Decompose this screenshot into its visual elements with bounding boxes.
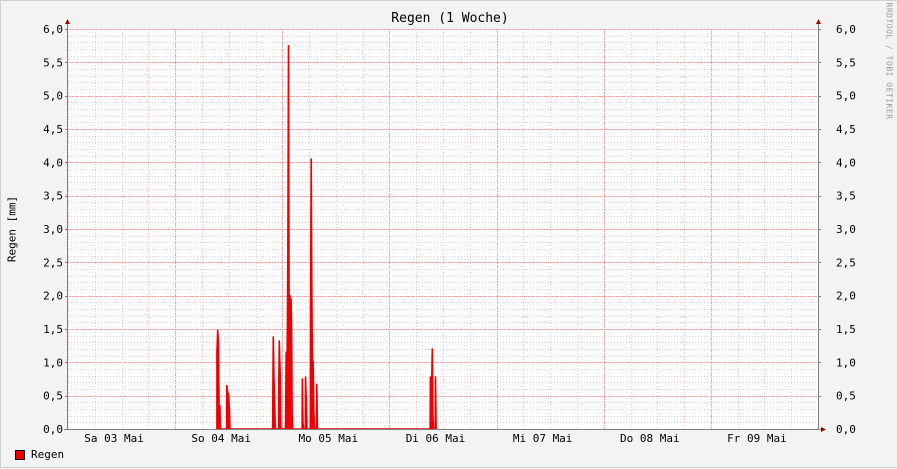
y-tick-label-right: 3,5 bbox=[836, 190, 856, 203]
y-tick-label-left: 0,0 bbox=[43, 423, 63, 436]
y-tick-label-right: 2,5 bbox=[836, 256, 856, 269]
y-tick-label-left: 5,0 bbox=[43, 90, 63, 103]
y-tick-label-right: 1,5 bbox=[836, 323, 856, 336]
x-tick-label: Mo 05 Mai bbox=[299, 432, 359, 445]
y-tick-label-right: 0,5 bbox=[836, 390, 856, 403]
y-tick-label-left: 3,5 bbox=[43, 190, 63, 203]
rrdtool-watermark: RRDTOOL / TOBI OETIKER bbox=[884, 2, 894, 120]
y-tick-label-right: 0,0 bbox=[836, 423, 856, 436]
y-tick-label-right: 4,5 bbox=[836, 123, 856, 136]
chart-canvas: 0,0 0,0 0,5 0,5 1,0 1,0 1,5 1,5 2,0 2,0 2,5 2,5 3,0 3… bbox=[43, 19, 856, 445]
y-tick-label-right: 5,5 bbox=[836, 56, 856, 69]
x-tick-label: Fr 09 Mai bbox=[727, 432, 787, 445]
y-tick-label-right: 3,0 bbox=[836, 223, 856, 236]
y-tick-label-left: 3,0 bbox=[43, 223, 63, 236]
y-tick-label-left: 1,0 bbox=[43, 356, 63, 369]
chart-frame: 0,0 0,0 0,5 0,5 1,0 1,0 1,5 1,5 2,0 2,0 2,5 2,5 3,0 3… bbox=[0, 0, 898, 468]
y-tick-label-left: 1,5 bbox=[43, 323, 63, 336]
legend-label-regen: Regen bbox=[31, 448, 65, 461]
legend: Regen bbox=[15, 448, 64, 461]
x-tick-label: Do 08 Mai bbox=[620, 432, 680, 445]
x-tick-label: Di 06 Mai bbox=[406, 432, 466, 445]
y-tick-label-left: 2,5 bbox=[43, 256, 63, 269]
x-tick-label: Mi 07 Mai bbox=[513, 432, 573, 445]
y-tick-label-left: 4,0 bbox=[43, 156, 63, 169]
x-tick-label: Sa 03 Mai bbox=[84, 432, 144, 445]
y-tick-label-left: 0,5 bbox=[43, 390, 63, 403]
y-tick-label-left: 5,5 bbox=[43, 56, 63, 69]
y-tick-label-left: 2,0 bbox=[43, 290, 63, 303]
y-tick-label-right: 4,0 bbox=[836, 156, 856, 169]
chart-title: Regen (1 Woche) bbox=[391, 11, 509, 26]
legend-swatch-regen bbox=[15, 449, 25, 460]
y-tick-label-left: 4,5 bbox=[43, 123, 63, 136]
y-axis-label: Regen [mm] bbox=[5, 195, 19, 263]
y-tick-label-right: 5,0 bbox=[836, 90, 856, 103]
y-tick-label-right: 2,0 bbox=[836, 290, 856, 303]
x-axis-arrow bbox=[821, 427, 826, 432]
x-tick-label: So 04 Mai bbox=[191, 432, 251, 445]
y-tick-label-right: 1,0 bbox=[836, 356, 856, 369]
